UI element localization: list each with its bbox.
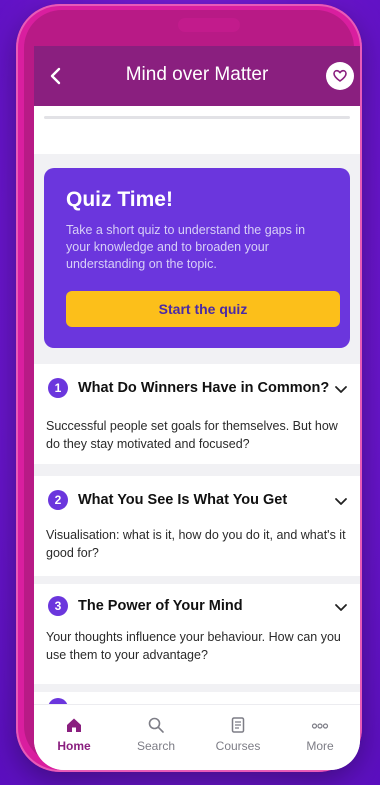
lesson-number-badge: 2 bbox=[48, 490, 68, 510]
search-icon bbox=[148, 717, 164, 733]
more-dots-icon bbox=[311, 723, 329, 729]
back-button[interactable] bbox=[42, 62, 70, 90]
tab-label: Search bbox=[136, 739, 176, 753]
page-title: Mind over Matter bbox=[125, 64, 269, 85]
chevron-down-icon[interactable] bbox=[334, 603, 348, 613]
lesson-number-badge: 1 bbox=[48, 378, 68, 398]
lesson-number-badge: 3 bbox=[48, 596, 68, 616]
lesson-description: Successful people set goals for themselv… bbox=[46, 419, 338, 451]
chevron-down-icon[interactable] bbox=[334, 497, 348, 507]
phone-notch bbox=[178, 18, 240, 32]
lesson-item[interactable]: 2 What You See Is What You Get Visualisa… bbox=[34, 476, 360, 576]
previous-content-strip bbox=[34, 106, 360, 154]
lesson-item[interactable]: 3 The Power of Your Mind Your thoughts i… bbox=[34, 584, 360, 684]
tab-label: Home bbox=[57, 739, 91, 753]
chevron-left-icon bbox=[50, 67, 61, 85]
tab-courses[interactable]: Courses bbox=[198, 715, 278, 753]
lesson-item[interactable]: 1 What Do Winners Have in Common? Succes… bbox=[34, 364, 360, 464]
lesson-description: Your thoughts influence your behaviour. … bbox=[46, 630, 341, 662]
bottom-tab-bar: Home Search Courses More bbox=[34, 704, 360, 770]
tab-label: More bbox=[306, 739, 334, 753]
lesson-title: What You See Is What You Get bbox=[78, 492, 288, 508]
quiz-card: Quiz Time! Take a short quiz to understa… bbox=[44, 168, 350, 348]
tab-label: Courses bbox=[215, 739, 261, 753]
chevron-down-icon[interactable] bbox=[334, 385, 348, 395]
lesson-title: What Do Winners Have in Common? bbox=[78, 380, 330, 396]
book-icon bbox=[231, 717, 245, 733]
app-header: Mind over Matter bbox=[34, 46, 360, 106]
start-quiz-button[interactable]: Start the quiz bbox=[66, 291, 340, 327]
app-screen: Mind over Matter Quiz Time! Take a short… bbox=[34, 46, 360, 770]
lesson-description: Visualisation: what is it, how do you do… bbox=[46, 528, 346, 560]
quiz-title: Quiz Time! bbox=[66, 188, 173, 211]
quiz-description: Take a short quiz to understand the gaps… bbox=[66, 223, 306, 271]
favorite-button[interactable] bbox=[326, 62, 354, 90]
tab-search[interactable]: Search bbox=[116, 715, 196, 753]
lesson-title: The Power of Your Mind bbox=[78, 598, 243, 614]
tab-home[interactable]: Home bbox=[34, 715, 114, 753]
divider bbox=[44, 116, 350, 119]
heart-icon bbox=[333, 69, 347, 82]
tab-more[interactable]: More bbox=[280, 715, 360, 753]
home-icon bbox=[67, 718, 81, 732]
